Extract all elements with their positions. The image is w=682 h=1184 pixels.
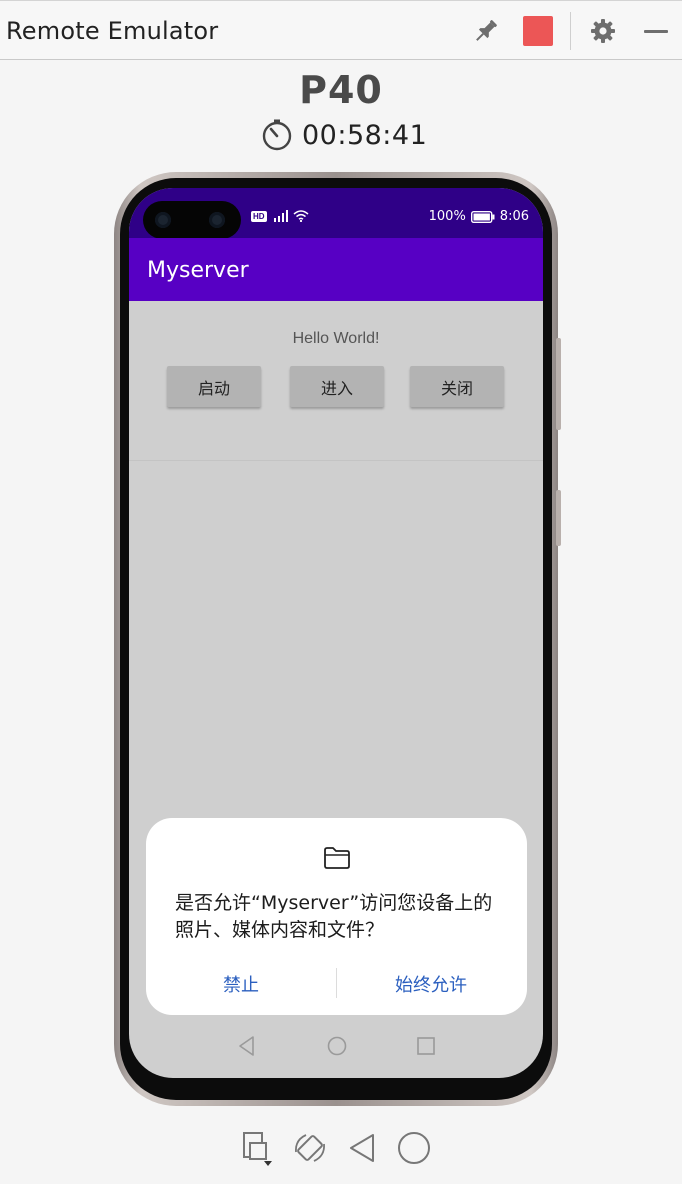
- toolbar-divider: [570, 12, 571, 50]
- home-icon: [398, 1132, 430, 1164]
- rotate-icon: [295, 1134, 325, 1162]
- camera-cutout: [143, 201, 241, 239]
- close-button[interactable]: 关闭: [410, 366, 504, 407]
- folder-icon: [324, 847, 350, 869]
- navigation-bar: [129, 1033, 543, 1063]
- power-button: [556, 490, 561, 546]
- dialog-message: 是否允许“Myserver”访问您设备上的照片、媒体内容和文件？: [175, 892, 493, 941]
- app-title: Myserver: [147, 258, 249, 283]
- device-back-button[interactable]: [344, 1128, 380, 1168]
- tool-window-title: Remote Emulator: [6, 17, 219, 45]
- hello-text: Hello World!: [292, 330, 380, 347]
- timer-icon: [262, 119, 292, 151]
- device-home-button[interactable]: [396, 1128, 432, 1168]
- wifi-icon: [293, 210, 309, 222]
- always-allow-button[interactable]: 始终允许: [336, 970, 526, 998]
- status-icons-left: HD: [251, 210, 309, 222]
- timer-text: 00:58:41: [302, 119, 428, 151]
- front-camera: [155, 212, 171, 228]
- status-time: 8:06: [499, 209, 529, 224]
- battery-icon: [470, 210, 495, 223]
- status-bar: HD 100% 8:06: [129, 188, 543, 239]
- status-icons-right: 100% 8:06: [429, 209, 529, 224]
- back-icon: [350, 1134, 374, 1162]
- tool-window-header: Remote Emulator: [0, 0, 682, 60]
- pin-button[interactable]: [470, 15, 502, 47]
- screenshot-icon: [243, 1132, 272, 1166]
- stop-icon: [523, 16, 553, 46]
- device-name: P40: [299, 68, 383, 112]
- rotate-button[interactable]: [292, 1128, 328, 1168]
- session-timer: 00:58:41: [260, 117, 427, 153]
- gear-icon: [591, 19, 615, 43]
- minimize-button[interactable]: [640, 15, 672, 47]
- home-icon[interactable]: [326, 1035, 348, 1057]
- hd-badge: HD: [251, 210, 267, 222]
- back-icon[interactable]: [237, 1035, 257, 1057]
- screenshot-button[interactable]: [240, 1128, 276, 1168]
- start-button[interactable]: 启动: [167, 366, 261, 407]
- recents-icon[interactable]: [415, 1035, 437, 1057]
- settings-button[interactable]: [587, 15, 619, 47]
- minimize-icon: [644, 29, 668, 33]
- battery-percent: 100%: [428, 209, 466, 224]
- deny-button[interactable]: 禁止: [146, 970, 336, 998]
- app-toolbar: Myserver: [129, 238, 543, 301]
- signal-icon: [273, 210, 288, 222]
- stop-button[interactable]: [522, 15, 554, 47]
- front-camera: [209, 212, 225, 228]
- volume-button: [556, 338, 561, 430]
- permission-dialog: 是否允许“Myserver”访问您设备上的照片、媒体内容和文件？ 禁止 始终允许: [146, 818, 527, 1015]
- content-divider: [129, 460, 543, 461]
- device-screen[interactable]: HD 100% 8:06 Myserver Hello World! 启动 进入…: [129, 188, 543, 1078]
- enter-button[interactable]: 进入: [290, 366, 384, 407]
- pin-icon: [476, 20, 497, 41]
